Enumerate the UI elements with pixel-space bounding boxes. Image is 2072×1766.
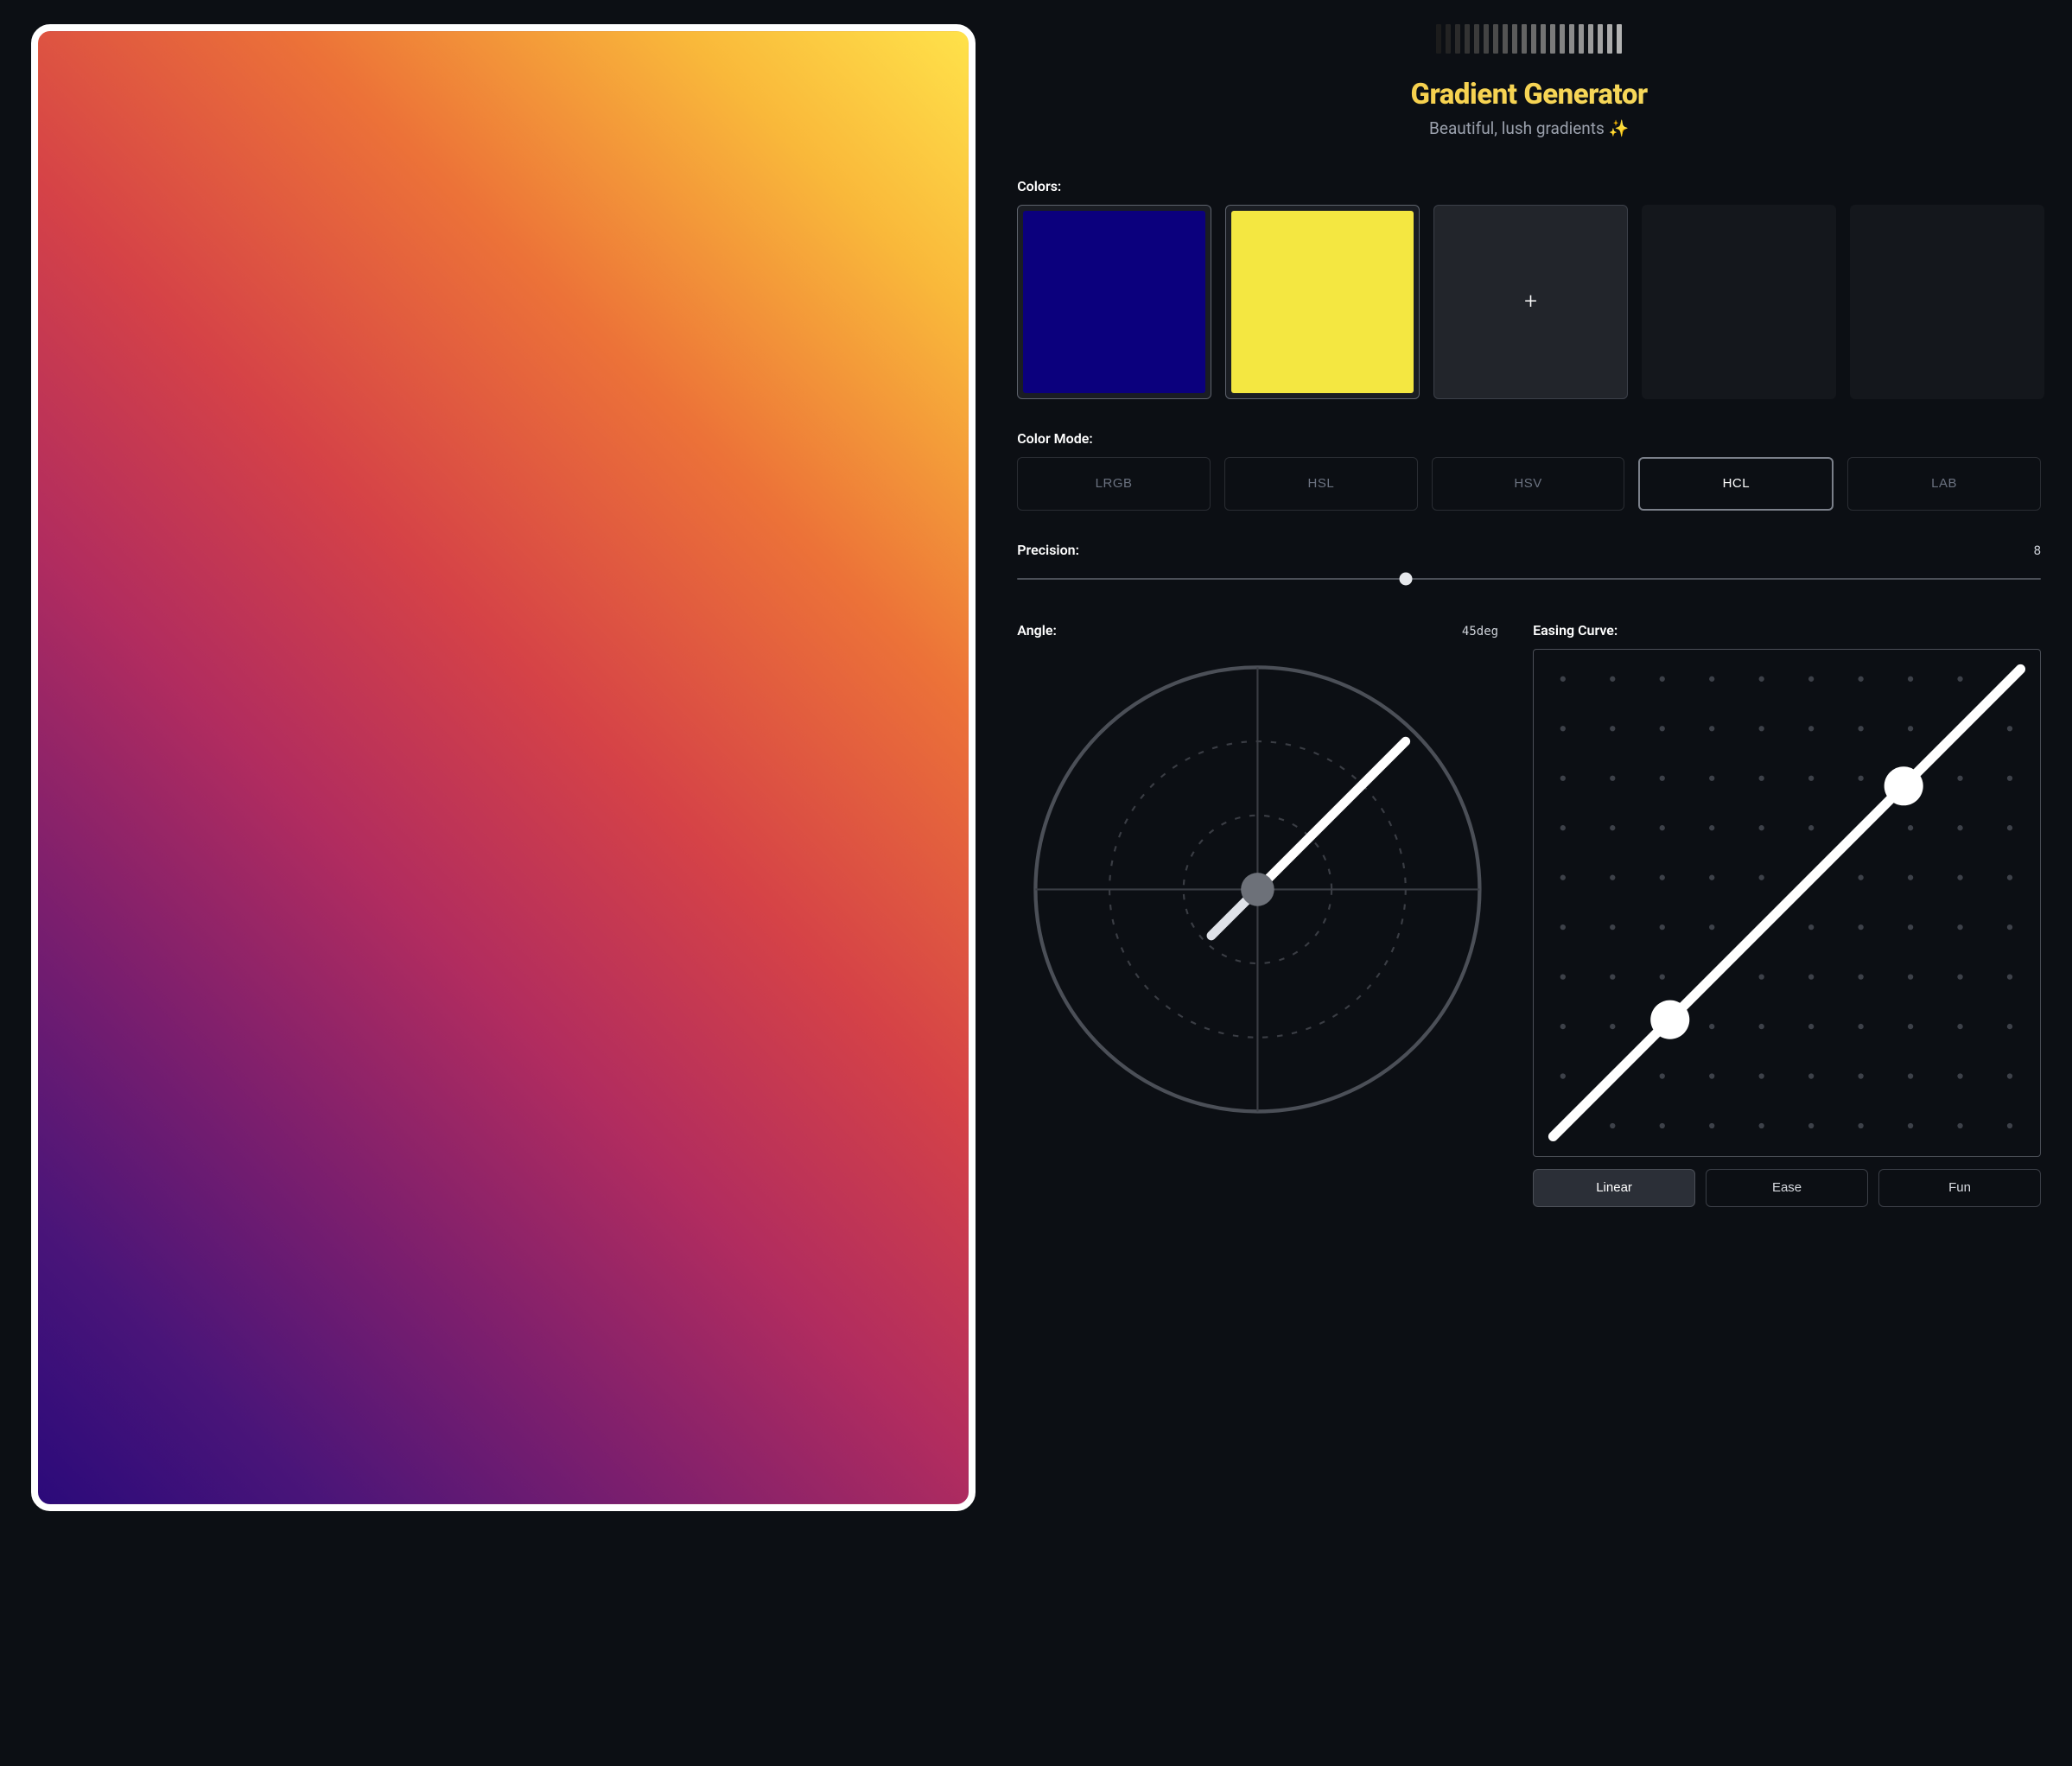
gradient-preview	[31, 24, 976, 1511]
plus-icon: +	[1524, 290, 1537, 313]
angle-dial-center	[1241, 873, 1274, 906]
precision-slider[interactable]	[1017, 572, 2041, 586]
precision-block: Precision: 8	[1017, 542, 2041, 586]
easing-handle-p1[interactable]	[1650, 1001, 1689, 1039]
easing-curve-line	[1554, 669, 2021, 1136]
color-mode-lrgb[interactable]: LRGB	[1017, 457, 1211, 511]
angle-easing-row: Angle: 45deg Easing Curve:	[1017, 622, 2041, 1207]
color-mode-hsl[interactable]: HSL	[1224, 457, 1418, 511]
preview-column	[31, 24, 976, 1731]
precision-slider-thumb[interactable]	[1400, 572, 1413, 585]
page-title: Gradient Generator	[1017, 78, 2041, 111]
color-mode-hsv[interactable]: HSV	[1432, 457, 1625, 511]
color-mode-hcl[interactable]: HCL	[1638, 457, 1834, 511]
angle-value: 45deg	[1462, 625, 1498, 638]
color-swatch-fill	[1023, 211, 1205, 393]
color-swatch-fill	[1231, 211, 1414, 393]
color-mode-lab[interactable]: LAB	[1847, 457, 2041, 511]
easing-handle-p2[interactable]	[1885, 766, 1923, 805]
angle-label: Angle:	[1017, 622, 1057, 638]
header-gradient-bars-icon	[1017, 24, 2041, 54]
color-swatch-0[interactable]	[1017, 205, 1211, 399]
angle-dial[interactable]	[1017, 649, 1498, 1130]
color-mode-row: LRGBHSL HSVHCLLAB	[1017, 457, 2041, 511]
easing-preset-linear[interactable]: Linear	[1533, 1169, 1695, 1207]
app-root: Gradient Generator Beautiful, lush gradi…	[0, 0, 2072, 1766]
angle-block: Angle: 45deg	[1017, 622, 1498, 1207]
precision-value: 8	[2034, 543, 2041, 558]
add-color-button[interactable]: +	[1433, 205, 1628, 399]
easing-preset-ease[interactable]: Ease	[1706, 1169, 1868, 1207]
easing-block: Easing Curve: Linear Ease Fun	[1533, 622, 2041, 1207]
color-swatch-1[interactable]	[1225, 205, 1420, 399]
easing-preset-fun[interactable]: Fun	[1878, 1169, 2041, 1207]
color-swatch-empty	[1642, 205, 1836, 399]
colors-row: +	[1017, 205, 2041, 399]
precision-slider-track	[1017, 578, 2041, 580]
precision-label: Precision:	[1017, 542, 1079, 558]
colors-label: Colors:	[1017, 178, 2041, 194]
angle-dial-needle	[1258, 741, 1406, 889]
easing-curve-editor[interactable]	[1533, 649, 2041, 1157]
easing-presets-row: Linear Ease Fun	[1533, 1169, 2041, 1207]
easing-label: Easing Curve:	[1533, 622, 2041, 638]
controls-panel: Gradient Generator Beautiful, lush gradi…	[1017, 24, 2041, 1731]
header: Gradient Generator Beautiful, lush gradi…	[1017, 24, 2041, 138]
color-swatch-empty	[1850, 205, 2044, 399]
color-mode-label: Color Mode:	[1017, 430, 2041, 447]
page-subtitle: Beautiful, lush gradients ✨	[1017, 118, 2041, 138]
